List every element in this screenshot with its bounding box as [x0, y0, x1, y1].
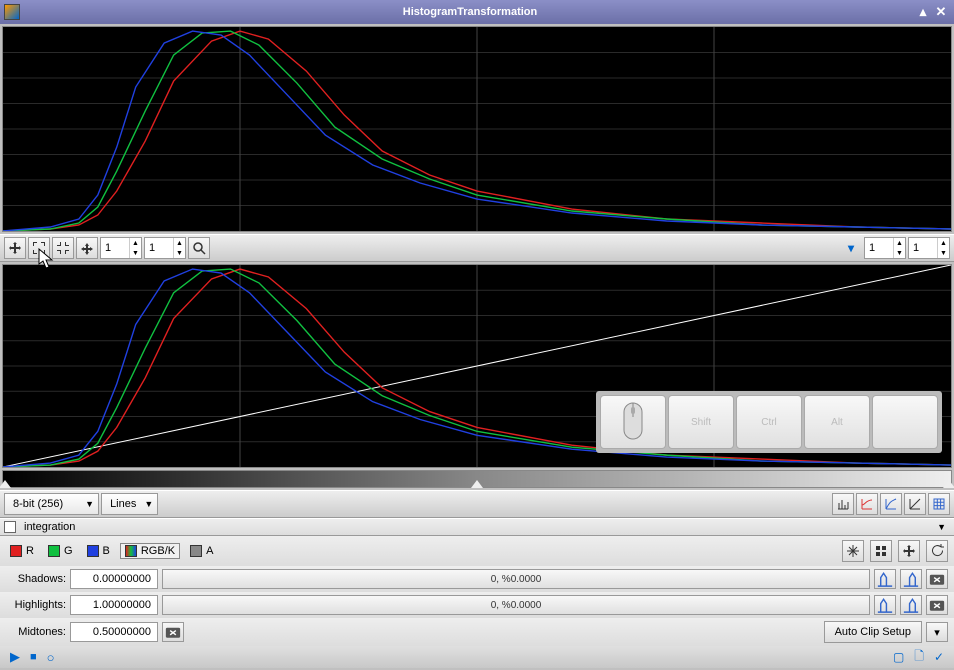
- alt-key-indicator: Alt: [804, 395, 870, 449]
- spinner-down-icon[interactable]: ▼: [173, 248, 185, 258]
- show-output-icon[interactable]: [880, 493, 902, 515]
- midtones-label: Midtones:: [6, 626, 66, 638]
- spinner-down-icon[interactable]: ▼: [893, 248, 905, 258]
- sync-icon[interactable]: ▾: [840, 237, 862, 259]
- window-title: HistogramTransformation: [26, 6, 914, 18]
- highlights-readout[interactable]: 0, %0.0000: [162, 595, 870, 615]
- rendermode-combo[interactable]: Lines ▼: [101, 493, 158, 515]
- reset-icon[interactable]: [926, 540, 948, 562]
- zoom-in-icon[interactable]: [76, 237, 98, 259]
- rendermode-label: Lines: [110, 498, 136, 510]
- shadows-autoclip-low-icon[interactable]: [874, 569, 896, 589]
- lock-output-icon[interactable]: [870, 540, 892, 562]
- h-zoom-spinner[interactable]: ▲▼: [100, 237, 142, 259]
- view-selector-row: integration ▼: [0, 518, 954, 536]
- process-bar: ▶ ■ ○ ▢ 🗋 ✓: [0, 646, 954, 668]
- highlights-autoclip-low-icon[interactable]: [874, 595, 896, 615]
- input-histogram-panel: [2, 26, 952, 232]
- show-mtf-icon[interactable]: [856, 493, 878, 515]
- chevron-down-icon: ▼: [144, 499, 153, 509]
- highlights-row: Highlights: 0, %0.0000: [0, 592, 954, 618]
- zoom-fit-icon[interactable]: [28, 237, 50, 259]
- midtones-row: Midtones: Auto Clip Setup ▾: [0, 618, 954, 646]
- midtones-reset-icon[interactable]: [162, 622, 184, 642]
- show-raw-icon[interactable]: [832, 493, 854, 515]
- docs-icon[interactable]: ▢: [893, 650, 904, 664]
- shadows-autoclip-high-icon[interactable]: [900, 569, 922, 589]
- h-zoom-input[interactable]: [101, 240, 129, 256]
- shift-key-indicator: Shift: [668, 395, 734, 449]
- channel-a[interactable]: A: [186, 544, 217, 558]
- spinner-up-icon[interactable]: ▲: [937, 238, 949, 248]
- view-name[interactable]: integration: [20, 521, 929, 533]
- browse-docs-icon[interactable]: 🗋: [914, 647, 924, 668]
- highlights-reset-icon[interactable]: [926, 595, 948, 615]
- zoom-11-icon[interactable]: [52, 237, 74, 259]
- shadows-label: Shadows:: [6, 573, 66, 585]
- zoom-toolbar: ▲▼ ▲▼ ▾ ▲▼ ▲▼: [0, 234, 954, 262]
- out-hzoom-spinner[interactable]: ▲▼: [864, 237, 906, 259]
- readout-mode-icon[interactable]: [842, 540, 864, 562]
- shadows-reset-icon[interactable]: [926, 569, 948, 589]
- mouse-indicator-icon: [600, 395, 666, 449]
- shadows-input[interactable]: [70, 569, 158, 589]
- channel-b[interactable]: B: [83, 544, 114, 558]
- log-scale-icon[interactable]: [904, 493, 926, 515]
- spinner-up-icon[interactable]: ▲: [129, 238, 141, 248]
- midtones-slider-handle[interactable]: [471, 480, 483, 488]
- channel-rgbk[interactable]: RGB/K: [120, 543, 180, 559]
- spinner-up-icon[interactable]: ▲: [173, 238, 185, 248]
- out-vzoom-input[interactable]: [909, 240, 937, 256]
- highlights-slider-handle[interactable]: [943, 480, 954, 488]
- expand-icon[interactable]: ▾: [926, 622, 948, 642]
- bitdepth-combo[interactable]: 8-bit (256) ▼: [4, 493, 99, 515]
- bitdepth-label: 8-bit (256): [13, 498, 63, 510]
- chevron-down-icon[interactable]: ▼: [933, 522, 950, 532]
- titlebar: HistogramTransformation ▴ ✕: [0, 0, 954, 24]
- channel-toolbar: R G B RGB/K A: [0, 536, 954, 566]
- ctrl-key-indicator: Ctrl: [736, 395, 802, 449]
- midtones-input[interactable]: [70, 622, 158, 642]
- pan-icon[interactable]: [4, 237, 26, 259]
- midtones-slider-track[interactable]: [2, 470, 952, 488]
- highlights-input[interactable]: [70, 595, 158, 615]
- v-zoom-spinner[interactable]: ▲▼: [144, 237, 186, 259]
- spinner-down-icon[interactable]: ▼: [129, 248, 141, 258]
- new-instance-icon[interactable]: ○: [47, 650, 55, 665]
- app-icon: [4, 4, 20, 20]
- v-zoom-input[interactable]: [145, 240, 173, 256]
- grid-icon[interactable]: [928, 493, 950, 515]
- track-view-icon[interactable]: [898, 540, 920, 562]
- shade-icon[interactable]: ▴: [914, 4, 932, 20]
- auto-clip-setup-button[interactable]: Auto Clip Setup: [824, 621, 922, 643]
- chevron-down-icon: ▼: [85, 499, 94, 509]
- highlights-autoclip-high-icon[interactable]: [900, 595, 922, 615]
- shadows-row: Shadows: 0, %0.0000: [0, 566, 954, 592]
- shadows-slider-handle[interactable]: [0, 480, 11, 488]
- highlights-label: Highlights:: [6, 599, 66, 611]
- spinner-down-icon[interactable]: ▼: [937, 248, 949, 258]
- spinner-up-icon[interactable]: ▲: [893, 238, 905, 248]
- render-toolbar: 8-bit (256) ▼ Lines ▼: [0, 490, 954, 518]
- close-icon[interactable]: ✕: [932, 4, 950, 20]
- apply-icon[interactable]: ▶: [10, 649, 20, 665]
- channel-g[interactable]: G: [44, 544, 77, 558]
- blank-key-indicator: [872, 395, 938, 449]
- shadows-readout[interactable]: 0, %0.0000: [162, 569, 870, 589]
- magnifier-icon[interactable]: [188, 237, 210, 259]
- apply-global-icon[interactable]: ■: [30, 651, 37, 663]
- input-overlay: Shift Ctrl Alt: [596, 391, 942, 453]
- out-vzoom-spinner[interactable]: ▲▼: [908, 237, 950, 259]
- view-swatch-icon: [4, 521, 16, 533]
- channel-r[interactable]: R: [6, 544, 38, 558]
- reset-all-icon[interactable]: ✓: [934, 650, 944, 664]
- out-hzoom-input[interactable]: [865, 240, 893, 256]
- input-histogram-chart: [3, 27, 951, 231]
